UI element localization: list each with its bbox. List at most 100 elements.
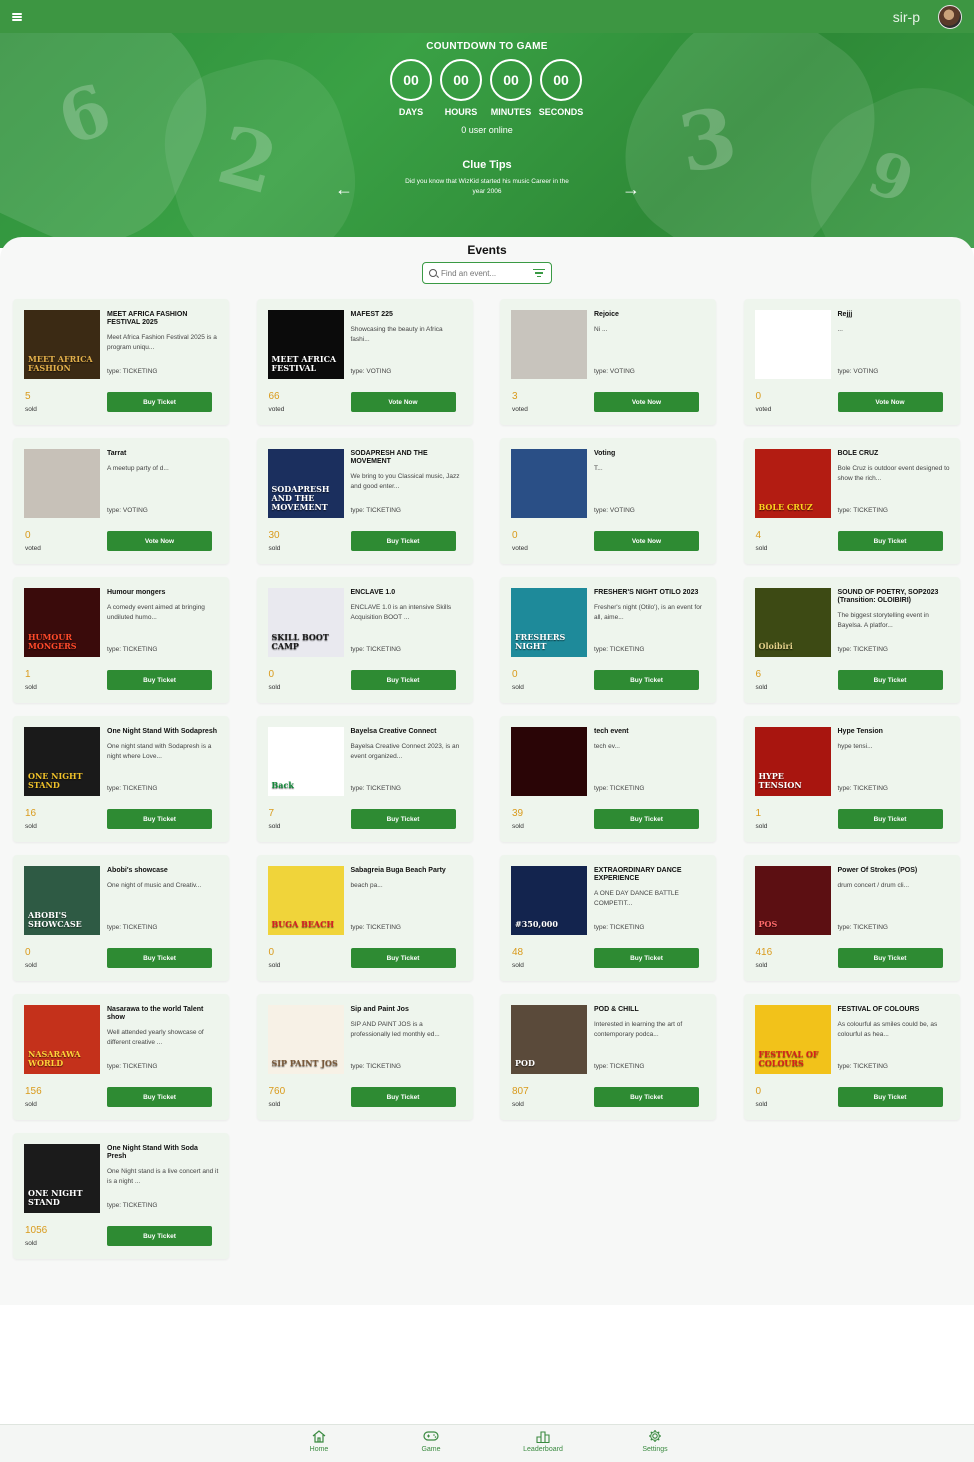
event-action-button[interactable]: Buy Ticket [107, 809, 212, 829]
event-card[interactable]: Rejoice Ni ... type: VOTING 3 voted Vote Now [500, 299, 716, 425]
event-card[interactable]: Oloibiri SOUND OF POETRY, SOP2023 (Transi… [743, 577, 960, 703]
event-card[interactable]: ONE NIGHT STAND One Night Stand With Soda… [13, 1133, 229, 1259]
event-card[interactable]: tech event tech ev... type: TICKETING 39 sol… [500, 716, 716, 842]
event-count: 0 [755, 1086, 762, 1097]
event-card[interactable]: POS Power Of Strokes (POS) drum concert / … [743, 855, 960, 981]
event-card[interactable]: NASARAWA WORLD Nasarawa to the world Tale… [13, 994, 229, 1120]
nav-home[interactable]: Home [289, 1429, 349, 1453]
event-thumbnail[interactable]: BUGA BEACH [267, 866, 344, 935]
event-card[interactable]: Tarrat A meetup party of d... type: VOTING… [13, 438, 229, 564]
event-thumbnail[interactable] [24, 449, 100, 518]
nav-leaderboard[interactable]: Leaderboard [513, 1429, 573, 1453]
event-thumbnail[interactable]: SKILL BOOT CAMP [267, 588, 344, 657]
event-card[interactable]: BOLE CRUZ BOLE CRUZ Bole Cruz is outdoor e… [743, 438, 960, 564]
event-action-button[interactable]: Vote Now [107, 531, 212, 551]
event-thumbnail[interactable]: Back [267, 727, 344, 796]
event-action-button[interactable]: Buy Ticket [837, 1087, 943, 1107]
event-count: 66 [268, 391, 280, 402]
event-action-button[interactable]: Buy Ticket [107, 670, 212, 690]
event-card[interactable]: SODAPRESH AND THE MOVEMENT SODAPRESH AND … [256, 438, 473, 564]
event-card[interactable]: HUMOUR MONGERS Humour mongers A comedy eve… [13, 577, 229, 703]
event-thumbnail[interactable]: SIP PAINT JOS [267, 1005, 344, 1074]
event-action-button[interactable]: Vote Now [594, 392, 699, 412]
search-input[interactable] [441, 268, 519, 278]
event-count: 807 [512, 1086, 529, 1097]
event-type: type: TICKETING [107, 1202, 158, 1209]
gear-icon [625, 1429, 685, 1443]
event-card[interactable]: MEET AFRICA FASHION MEET AFRICA FASHION F… [13, 299, 229, 425]
event-action-button[interactable]: Buy Ticket [350, 670, 456, 690]
event-description: The biggest storytelling event in Bayels… [837, 612, 929, 629]
event-action-button[interactable]: Buy Ticket [594, 1087, 699, 1107]
event-action-button[interactable]: Buy Ticket [594, 809, 699, 829]
event-thumbnail[interactable]: POD [511, 1005, 587, 1074]
event-action-button[interactable]: Buy Ticket [837, 670, 943, 690]
event-action-button[interactable]: Buy Ticket [350, 531, 456, 551]
event-thumbnail[interactable]: ONE NIGHT STAND [24, 1144, 100, 1213]
event-card[interactable]: HYPE TENSION Hype Tension hype tensi... typ… [743, 716, 960, 842]
leaderboard-icon [513, 1429, 573, 1443]
event-thumbnail[interactable]: Oloibiri [754, 588, 831, 657]
event-description: Interested in learning the art of contem… [594, 1021, 683, 1038]
event-action-button[interactable]: Buy Ticket [594, 948, 699, 968]
event-action-button[interactable]: Buy Ticket [837, 531, 943, 551]
avatar[interactable] [938, 4, 962, 29]
event-card[interactable]: Rejjj... type: VOTING 0 voted Vote Now [743, 299, 960, 425]
arrow-left-icon[interactable]: ← [335, 180, 353, 198]
event-card[interactable]: FRESHERS NIGHT FRESHER'S NIGHT OTILO 2023… [500, 577, 716, 703]
search-icon [429, 269, 437, 277]
event-action-button[interactable]: Vote Now [350, 392, 456, 412]
username[interactable]: sir-p [893, 9, 920, 25]
event-thumbnail[interactable] [511, 310, 587, 379]
event-thumbnail[interactable]: SODAPRESH AND THE MOVEMENT [267, 449, 344, 518]
event-thumbnail[interactable] [511, 727, 587, 796]
event-thumbnail[interactable]: HYPE TENSION [754, 727, 831, 796]
event-count-label: sold [755, 684, 768, 691]
event-action-button[interactable]: Buy Ticket [107, 392, 212, 412]
event-thumbnail[interactable]: POS [754, 866, 831, 935]
menu-icon[interactable] [12, 12, 22, 21]
event-action-button[interactable]: Buy Ticket [107, 1226, 212, 1246]
event-card[interactable]: Voting T... type: VOTING 0 voted Vote Now [500, 438, 716, 564]
event-card[interactable]: BUGA BEACH Sabagreia Buga Beach Party beac… [256, 855, 473, 981]
nav-settings[interactable]: Settings [625, 1429, 685, 1453]
event-thumbnail[interactable] [511, 449, 587, 518]
event-action-button[interactable]: Buy Ticket [350, 1087, 456, 1107]
event-card[interactable]: FESTIVAL OF COLOURS FESTIVAL OF COLOURS As… [743, 994, 960, 1120]
event-card[interactable]: MEET AFRICA FESTIVAL MAFEST 225 Showcasing… [256, 299, 473, 425]
event-thumbnail[interactable] [754, 310, 831, 379]
event-thumbnail[interactable]: ONE NIGHT STAND [24, 727, 100, 796]
event-thumbnail[interactable]: MEET AFRICA FESTIVAL [267, 310, 344, 379]
event-thumbnail[interactable]: FRESHERS NIGHT [511, 588, 587, 657]
event-type: type: TICKETING [594, 924, 645, 931]
event-thumbnail[interactable]: #350,000 [511, 866, 587, 935]
event-thumbnail[interactable]: BOLE CRUZ [754, 449, 831, 518]
filter-icon[interactable] [533, 269, 545, 277]
event-action-button[interactable]: Vote Now [837, 392, 943, 412]
event-thumbnail[interactable]: NASARAWA WORLD [24, 1005, 100, 1074]
arrow-right-icon[interactable]: → [622, 180, 640, 198]
nav-game[interactable]: Game [401, 1429, 461, 1453]
event-count-label: sold [268, 545, 281, 552]
event-thumbnail[interactable]: HUMOUR MONGERS [24, 588, 100, 657]
event-thumbnail[interactable]: MEET AFRICA FASHION [24, 310, 100, 379]
event-card[interactable]: #350,000 EXTRAORDINARY DANCE EXPERIENCE A … [500, 855, 716, 981]
event-card[interactable]: ONE NIGHT STAND One Night Stand With Soda… [13, 716, 229, 842]
event-card[interactable]: Back Bayelsa Creative Connect Bayelsa Crea… [256, 716, 473, 842]
event-action-button[interactable]: Buy Ticket [837, 809, 943, 829]
event-action-button[interactable]: Buy Ticket [837, 948, 943, 968]
event-thumbnail[interactable]: ABOBI'S SHOWCASE [24, 866, 100, 935]
event-action-button[interactable]: Buy Ticket [107, 948, 212, 968]
event-action-button[interactable]: Vote Now [594, 531, 699, 551]
event-count-label: sold [25, 823, 37, 830]
event-action-button[interactable]: Buy Ticket [350, 809, 456, 829]
event-action-button[interactable]: Buy Ticket [107, 1087, 212, 1107]
event-action-button[interactable]: Buy Ticket [594, 670, 699, 690]
event-card[interactable]: ABOBI'S SHOWCASE Abobi's showcase One nigh… [13, 855, 229, 981]
event-info: Tarrat A meetup party of d... [107, 450, 219, 474]
event-card[interactable]: SKILL BOOT CAMP ENCLAVE 1.0 ENCLAVE 1.0 is… [256, 577, 473, 703]
event-thumbnail[interactable]: FESTIVAL OF COLOURS [754, 1005, 831, 1074]
event-action-button[interactable]: Buy Ticket [350, 948, 456, 968]
event-card[interactable]: SIP PAINT JOS Sip and Paint Jos SIP AND PA… [256, 994, 473, 1120]
event-card[interactable]: POD POD & CHILL Interested in learning the… [500, 994, 716, 1120]
